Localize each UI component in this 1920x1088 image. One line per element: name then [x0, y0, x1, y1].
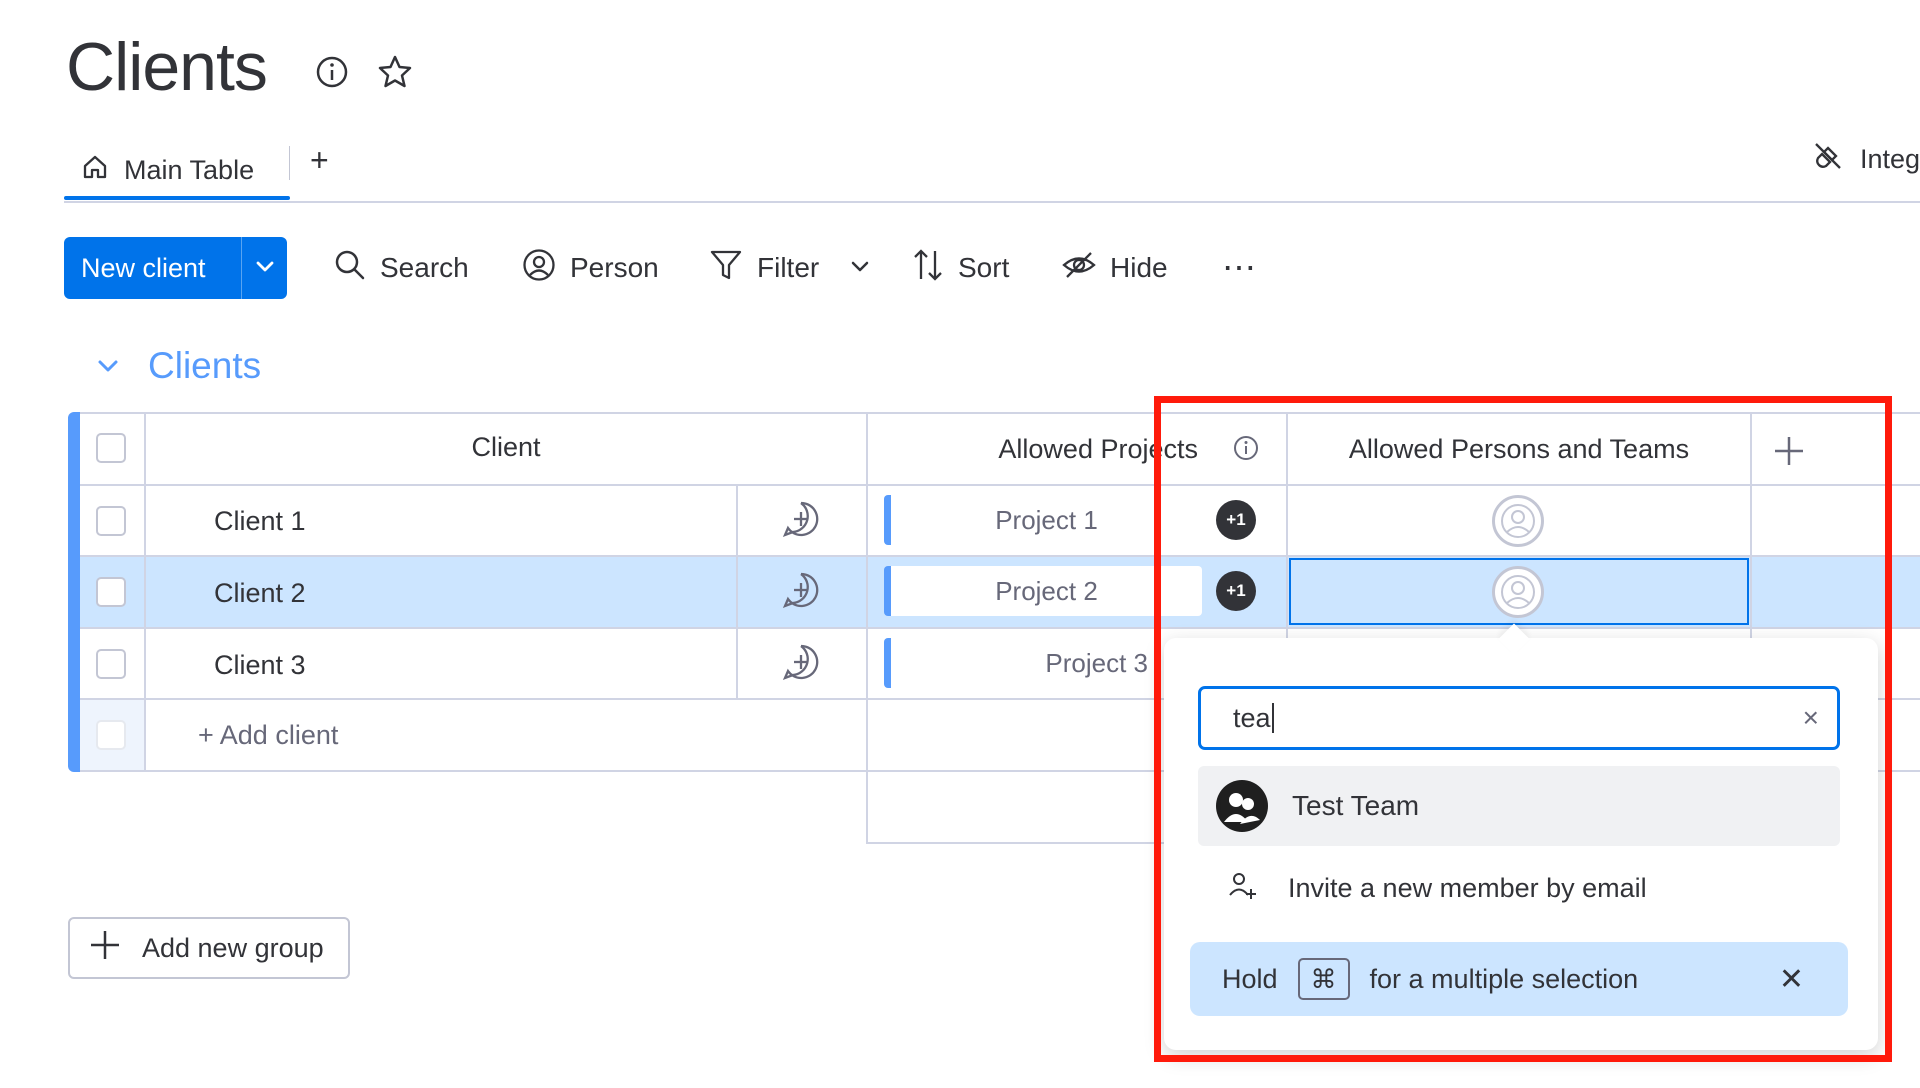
sort-label: Sort	[958, 252, 1010, 283]
filter-icon	[709, 248, 743, 289]
filter-button[interactable]: Filter	[709, 240, 871, 296]
tabs-divider	[64, 201, 1920, 203]
add-update-icon[interactable]	[782, 571, 820, 614]
row-checkbox[interactable]	[96, 506, 126, 536]
group-color-bar	[68, 412, 80, 772]
button-split-divider	[241, 237, 242, 299]
col-divider	[144, 412, 146, 770]
column-header-projects[interactable]: Allowed Projects	[868, 434, 1198, 465]
row-checkbox-disabled	[96, 720, 126, 750]
tab-divider	[289, 146, 290, 180]
chevron-down-icon[interactable]	[96, 345, 120, 387]
sort-button[interactable]: Sort	[912, 240, 1009, 296]
highlight-annotation-box	[1154, 396, 1892, 1062]
sort-icon	[912, 247, 944, 290]
new-client-button[interactable]: New client	[64, 237, 287, 299]
search-button[interactable]: Search	[334, 240, 469, 296]
add-view-button[interactable]: +	[310, 142, 329, 179]
active-tab-indicator	[64, 196, 290, 200]
add-client-row[interactable]: + Add client	[198, 720, 338, 751]
row-checkbox[interactable]	[96, 577, 126, 607]
add-update-icon[interactable]	[782, 500, 820, 543]
board-title: Clients	[66, 29, 268, 105]
summary-row-bottom	[866, 842, 1166, 844]
info-icon[interactable]	[312, 52, 352, 92]
plug-icon	[1812, 140, 1844, 179]
client-name-cell[interactable]: Client 3	[214, 650, 306, 681]
col-divider	[736, 484, 738, 698]
integrate-label: Integ	[1860, 144, 1920, 174]
integrate-button[interactable]: Integ	[1812, 140, 1920, 179]
hide-label: Hide	[1110, 252, 1168, 283]
person-circle-icon	[522, 248, 556, 289]
column-header-client[interactable]: Client	[146, 432, 866, 463]
tab-main-table-label: Main Table	[124, 154, 255, 185]
group-header[interactable]: Clients	[96, 345, 261, 387]
tab-main-table[interactable]: Main Table	[64, 140, 270, 200]
col-divider	[866, 412, 868, 842]
client-name-cell[interactable]: Client 2	[214, 578, 306, 609]
group-title[interactable]: Clients	[148, 345, 261, 387]
new-client-label: New client	[81, 252, 206, 283]
plus-icon	[88, 928, 122, 969]
chevron-down-icon[interactable]	[849, 252, 871, 284]
eye-hidden-icon	[1062, 250, 1096, 287]
filter-label: Filter	[757, 252, 820, 283]
select-all-checkbox[interactable]	[96, 433, 126, 463]
home-icon	[80, 152, 110, 189]
star-icon[interactable]	[375, 52, 415, 92]
hide-button[interactable]: Hide	[1062, 240, 1168, 296]
search-label: Search	[380, 252, 469, 283]
add-new-group-button[interactable]: Add new group	[68, 917, 350, 979]
search-icon	[334, 249, 366, 288]
chevron-down-icon[interactable]	[254, 253, 276, 284]
add-new-group-label: Add new group	[142, 932, 324, 963]
person-filter-button[interactable]: Person	[522, 240, 659, 296]
more-options-button[interactable]: ⋯	[1222, 240, 1258, 296]
client-name-cell[interactable]: Client 1	[214, 506, 306, 537]
row-checkbox[interactable]	[96, 649, 126, 679]
add-update-icon[interactable]	[782, 643, 820, 686]
person-label: Person	[570, 252, 659, 283]
